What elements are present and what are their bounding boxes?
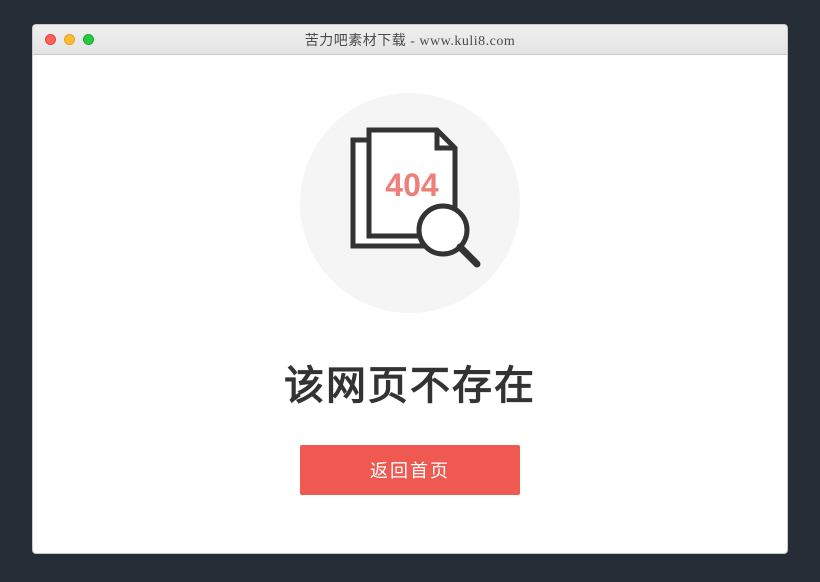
document-404-icon: 404 — [325, 118, 495, 288]
window-title: 苦力吧素材下载 - www.kuli8.com — [305, 30, 515, 50]
error-code: 404 — [385, 167, 439, 203]
browser-window: 苦力吧素材下载 - www.kuli8.com 404 该网页不存在 返回首页 — [32, 24, 788, 554]
maximize-icon[interactable] — [83, 34, 94, 45]
close-icon[interactable] — [45, 34, 56, 45]
traffic-lights — [33, 34, 94, 45]
illustration-background: 404 — [300, 93, 520, 313]
minimize-icon[interactable] — [64, 34, 75, 45]
page-content: 404 该网页不存在 返回首页 — [33, 55, 787, 553]
error-heading: 该网页不存在 — [284, 353, 536, 411]
home-button[interactable]: 返回首页 — [300, 445, 520, 495]
titlebar: 苦力吧素材下载 - www.kuli8.com — [33, 25, 787, 55]
